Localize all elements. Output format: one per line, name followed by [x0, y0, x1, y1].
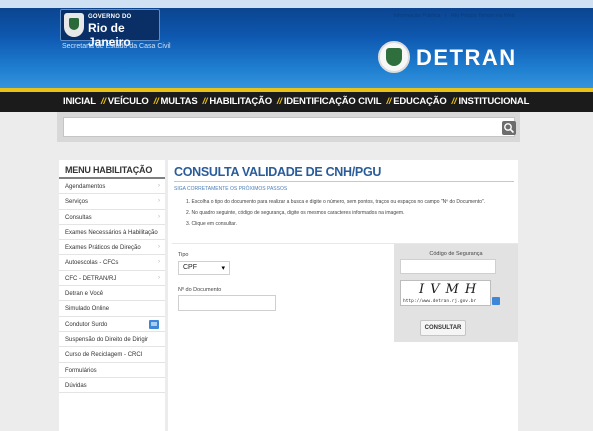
step-1: 1. Escolha o tipo do documento para real…	[186, 199, 486, 205]
captcha-panel: Código de Segurança IVMH http://www.detr…	[394, 244, 518, 342]
sidebar-item-consultas[interactable]: Consultas ›	[59, 210, 165, 225]
sidebar-item-autoescolas[interactable]: Autoescolas - CFCs ›	[59, 255, 165, 271]
main-content: CONSULTA VALIDADE DE CNH/PGU SIGA CORRET…	[168, 160, 518, 431]
sidebar-item-exames-praticos[interactable]: Exames Práticos de Direção ›	[59, 240, 165, 256]
chevron-right-icon: ›	[158, 213, 160, 220]
top-link-separator: |	[445, 13, 447, 19]
page-title: CONSULTA VALIDADE DE CNH/PGU	[174, 165, 382, 179]
refresh-icon[interactable]	[492, 297, 500, 305]
chevron-right-icon: ›	[158, 198, 160, 205]
page-subtitle: SIGA CORRETAMENTE OS PRÓXIMOS PASSOS	[174, 186, 288, 192]
tipo-selected-value: CPF	[183, 264, 197, 271]
search-input[interactable]	[63, 117, 515, 137]
sidebar-item-detran-e-voce[interactable]: Detran e Você	[59, 286, 165, 302]
documento-input[interactable]	[178, 295, 276, 311]
captcha-image: IVMH http://www.detran.rj.gov.br	[400, 280, 491, 306]
sidebar-item-formularios[interactable]: Formulários	[59, 363, 165, 378]
nav-item-educacao[interactable]: //EDUCAÇÃO	[386, 96, 446, 107]
sidebar-item-suspensao[interactable]: Suspensão do Direito de Dirigir	[59, 332, 165, 348]
sidebar-item-duvidas[interactable]: Dúvidas	[59, 378, 165, 394]
nav-item-inicial[interactable]: INICIAL	[63, 96, 96, 107]
top-link-poupa-tempo[interactable]: Rio Poupa Tempo na Web	[451, 13, 515, 19]
title-divider	[174, 181, 514, 182]
chevron-right-icon: ›	[158, 274, 160, 281]
detran-brand[interactable]: DETRAN	[416, 45, 517, 71]
captcha-url: http://www.detran.rj.gov.br	[403, 299, 477, 304]
state-crest-icon	[64, 13, 84, 37]
step-2: 2. No quadro seguinte, código de seguran…	[186, 210, 405, 216]
instruction-steps: 1. Escolha o tipo do documento para real…	[186, 199, 485, 232]
documento-label: Nº do Documento	[178, 287, 222, 293]
top-link-informacao[interactable]: Informação Pública	[393, 13, 440, 19]
sidebar-title: MENU HABILITAÇÃO	[59, 160, 165, 179]
sidebar-item-reciclagem[interactable]: Curso de Reciclagem - CRCI	[59, 347, 165, 363]
nav-item-institucional[interactable]: //INSTITUCIONAL	[452, 96, 530, 107]
captcha-text: IVMH	[419, 282, 483, 297]
tipo-select[interactable]: CPF ▾	[178, 261, 230, 275]
step-3: 3. Clique em consultar.	[186, 221, 237, 227]
search-icon[interactable]	[502, 121, 516, 135]
sidebar-item-exames-necessarios[interactable]: Exames Necessários à Habilitação	[59, 225, 165, 241]
consulta-form: Tipo CPF ▾ Nº do Documento Código de Seg…	[172, 243, 518, 342]
captcha-label: Código de Segurança	[429, 251, 483, 257]
gov-logo-small-text: GOVERNO DO	[88, 14, 132, 20]
secretaria-label: Secretaria de Estado da Casa Civil	[62, 43, 171, 50]
nav-item-identificacao-civil[interactable]: //IDENTIFICAÇÃO CIVIL	[277, 96, 382, 107]
dropdown-arrow-icon: ▾	[221, 265, 225, 272]
nav-item-veiculo[interactable]: //VEÍCULO	[101, 96, 149, 107]
main-navbar: INICIAL //VEÍCULO //MULTAS //HABILITAÇÃO…	[0, 92, 593, 112]
sidebar-menu: MENU HABILITAÇÃO Agendamentos › Serviços ›…	[59, 160, 165, 431]
nav-item-multas[interactable]: //MULTAS	[154, 96, 198, 107]
search-bar	[57, 112, 520, 142]
chevron-right-icon: ›	[158, 183, 160, 189]
sidebar-item-condutor-surdo[interactable]: Condutor Surdo	[59, 317, 165, 332]
detran-emblem-icon[interactable]	[378, 41, 410, 75]
consultar-button[interactable]: CONSULTAR	[420, 320, 466, 336]
gov-rj-logo[interactable]: GOVERNO DO Rio de Janeiro	[60, 9, 160, 49]
sidebar-item-cfc-detran[interactable]: CFC - DETRAN/RJ ›	[59, 271, 165, 287]
top-links: Informação Pública | Rio Poupa Tempo na …	[390, 13, 515, 19]
sidebar-item-agendamentos[interactable]: Agendamentos ›	[59, 179, 165, 195]
tipo-label: Tipo	[178, 252, 189, 258]
video-icon	[149, 319, 159, 329]
chevron-right-icon: ›	[158, 244, 160, 251]
captcha-input[interactable]	[400, 259, 496, 274]
sidebar-item-servicos[interactable]: Serviços ›	[59, 194, 165, 210]
chevron-right-icon: ›	[158, 259, 160, 266]
sidebar-item-simulado-online[interactable]: Simulado Online	[59, 301, 165, 317]
nav-item-habilitacao[interactable]: //HABILITAÇÃO	[202, 96, 272, 107]
